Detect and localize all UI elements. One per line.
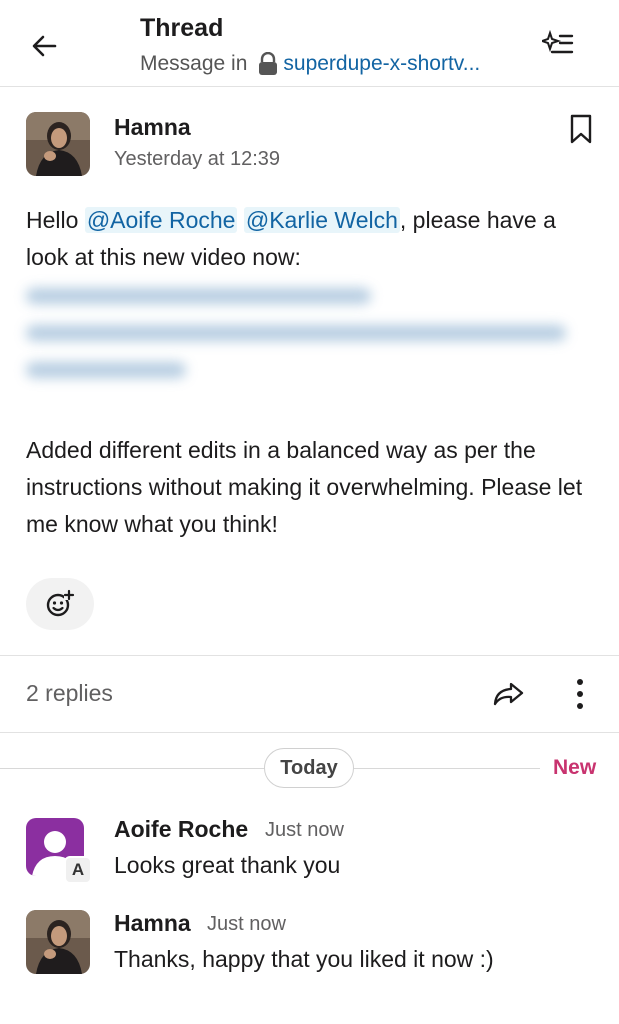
avatar[interactable]: A [26,818,92,884]
message-timestamp: Yesterday at 12:39 [114,148,281,170]
mention-aoife-roche[interactable]: @Aoife Roche [84,207,238,233]
divider [0,732,619,733]
arrow-left-icon [32,35,57,57]
reply-author[interactable]: Aoife Roche [114,816,248,843]
reply-text: Looks great thank you [114,852,341,878]
more-vertical-icon [577,679,583,709]
message-text-before: Hello [26,207,85,233]
share-arrow-icon [493,682,524,706]
mention-karlie-welch[interactable]: @Karlie Welch [243,207,400,233]
avatar[interactable] [26,910,90,974]
sparkle-list-icon [542,30,574,54]
blurred-link[interactable] [26,282,576,382]
thread-subtitle: Message in superdupe-x-shortv... [140,52,480,76]
reply-timestamp: Just now [265,819,344,841]
bookmark-button[interactable] [566,112,596,146]
avatar[interactable] [26,112,90,176]
message-paragraph-2: Added different edits in a balanced way … [26,437,583,537]
message-author[interactable]: Hamna [114,114,191,141]
date-separator: Today [264,748,354,788]
new-messages-label: New [553,756,597,779]
back-button[interactable] [26,28,62,64]
reply-text: Thanks, happy that you liked it now :) [114,946,494,972]
bookmark-icon [570,114,592,144]
separator-line-right [354,768,540,769]
thread-options-button[interactable] [538,26,578,62]
user-photo-icon [26,910,90,974]
separator-line-left [0,768,264,769]
reply-author[interactable]: Hamna [114,910,191,937]
avatar-badge: A [64,856,92,884]
lock-icon [257,52,279,76]
share-button[interactable] [488,676,528,712]
page-title: Thread [140,14,224,42]
message-body: Hello @Aoife Roche @Karlie Welch, please… [26,202,596,276]
add-reaction-icon [46,589,75,617]
thread-header: Thread Message in superdupe-x-shortv... [0,0,619,87]
add-reaction-button[interactable] [26,578,94,630]
user-photo-icon [26,112,90,176]
subtitle-prefix: Message in [140,52,248,75]
replies-count[interactable]: 2 replies [26,680,113,707]
channel-link[interactable]: superdupe-x-shortv... [283,52,480,76]
divider [0,655,619,656]
reply-timestamp: Just now [207,913,286,935]
more-actions-button[interactable] [564,674,596,714]
